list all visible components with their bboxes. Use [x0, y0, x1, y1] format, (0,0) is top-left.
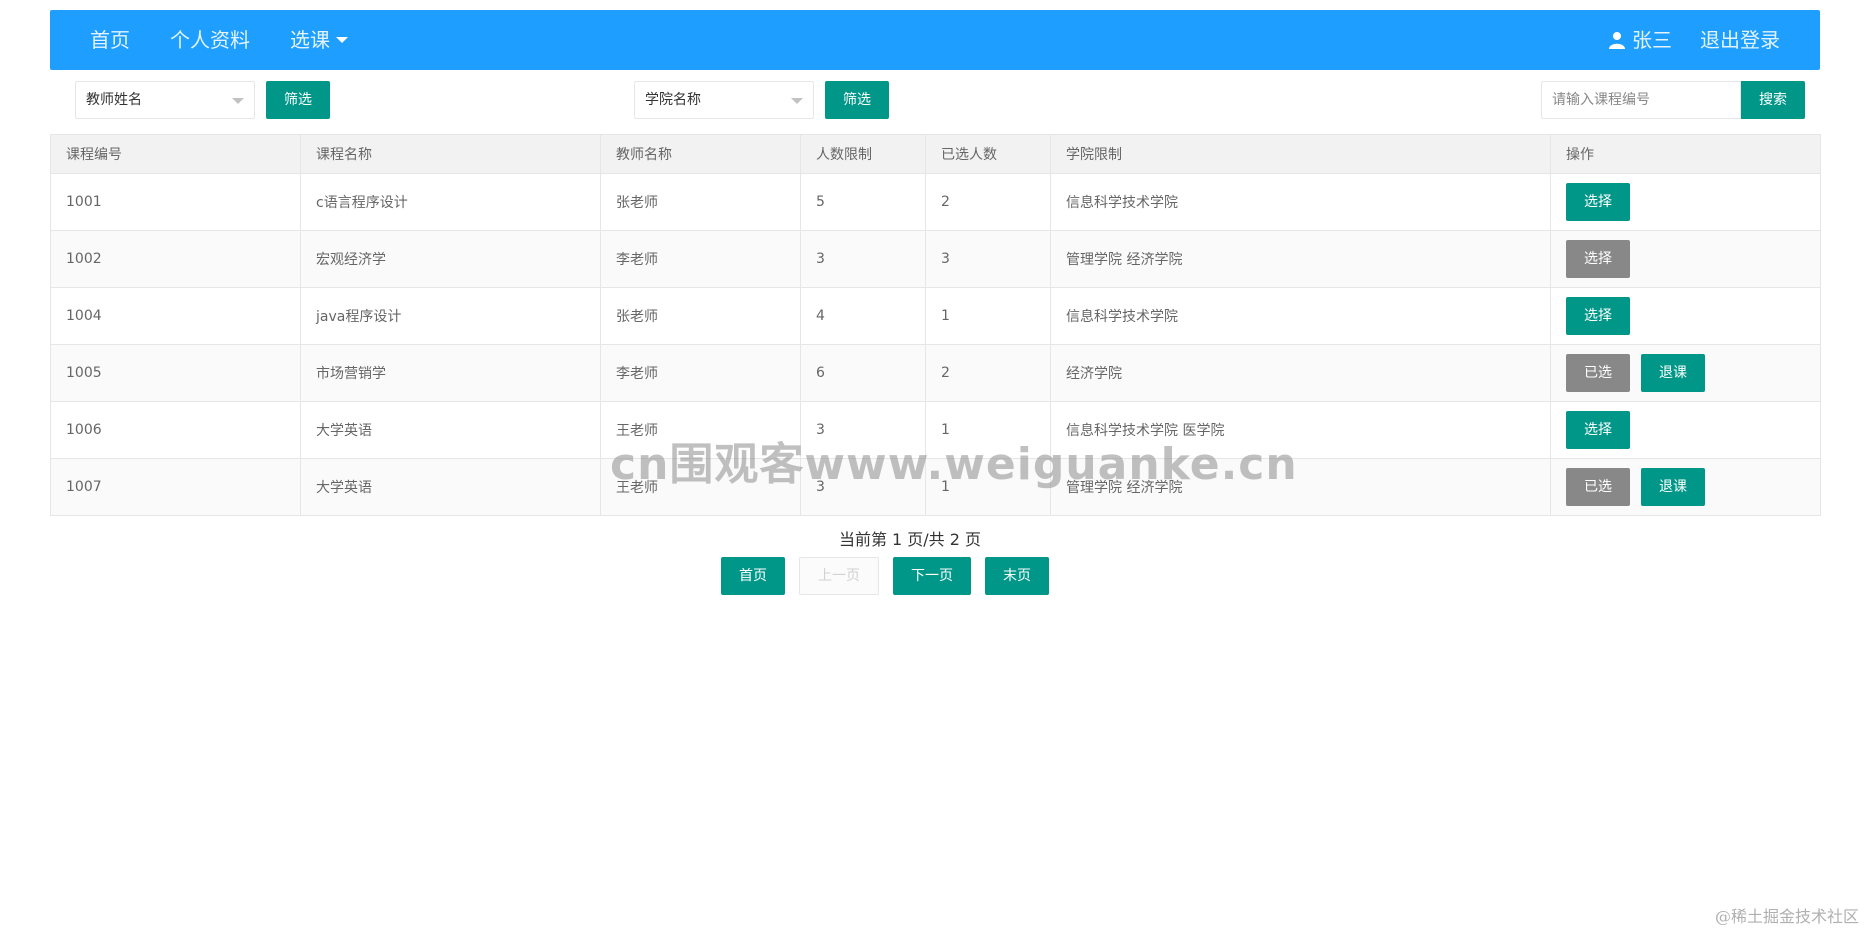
column-header-actions: 操作	[1550, 134, 1821, 174]
cell-course-id: 1005	[50, 344, 301, 402]
top-navbar: 首页 个人资料 选课 张三 退出登录	[50, 10, 1820, 70]
college-name-select-value: 学院名称	[645, 92, 701, 108]
cell-actions: 选择	[1550, 287, 1821, 345]
cell-limit: 6	[800, 344, 926, 402]
nav-profile[interactable]: 个人资料	[170, 10, 250, 70]
cell-course-name: c语言程序设计	[300, 173, 601, 231]
cell-actions: 已选 退课	[1550, 458, 1821, 516]
cell-limit: 4	[800, 287, 926, 345]
select-course-button[interactable]: 选择	[1566, 411, 1630, 449]
column-header-course-id: 课程编号	[50, 134, 301, 174]
teacher-name-select[interactable]: 教师姓名	[75, 81, 255, 119]
cell-selected: 1	[925, 287, 1051, 345]
cell-course-name: java程序设计	[300, 287, 601, 345]
cell-college: 经济学院	[1050, 344, 1551, 402]
watermark-corner: @稀土掘金技术社区	[1714, 907, 1859, 926]
teacher-filter-button[interactable]: 筛选	[266, 81, 330, 119]
nav-home[interactable]: 首页	[90, 10, 130, 70]
drop-course-button[interactable]: 退课	[1641, 354, 1705, 392]
cell-limit: 3	[800, 458, 926, 516]
cell-selected: 2	[925, 173, 1051, 231]
cell-limit: 3	[800, 401, 926, 459]
cell-course-id: 1006	[50, 401, 301, 459]
cell-teacher: 李老师	[600, 344, 801, 402]
cell-course-id: 1007	[50, 458, 301, 516]
select-course-button[interactable]: 选择	[1566, 240, 1630, 278]
cell-actions: 选择	[1550, 173, 1821, 231]
cell-course-id: 1002	[50, 230, 301, 288]
cell-selected: 1	[925, 401, 1051, 459]
table-row: 1006 大学英语 王老师 3 1 信息科学技术学院 医学院 选择	[50, 401, 1821, 459]
cell-teacher: 王老师	[600, 401, 801, 459]
nav-select-course[interactable]: 选课	[290, 10, 348, 70]
cell-limit: 3	[800, 230, 926, 288]
cell-course-name: 大学英语	[300, 458, 601, 516]
cell-teacher: 王老师	[600, 458, 801, 516]
column-header-limit: 人数限制	[800, 134, 926, 174]
chevron-down-icon	[791, 98, 803, 104]
table-row: 1007 大学英语 王老师 3 1 管理学院 经济学院 已选 退课	[50, 458, 1821, 516]
column-header-selected: 已选人数	[925, 134, 1051, 174]
cell-selected: 2	[925, 344, 1051, 402]
college-name-select[interactable]: 学院名称	[634, 81, 814, 119]
nav-user-name: 张三	[1632, 28, 1672, 52]
user-icon	[1609, 31, 1625, 49]
select-course-button[interactable]: 选择	[1566, 297, 1630, 335]
nav-user[interactable]: 张三	[1608, 10, 1672, 70]
cell-college: 管理学院 经济学院	[1050, 230, 1551, 288]
college-filter-button[interactable]: 筛选	[825, 81, 889, 119]
cell-course-name: 宏观经济学	[300, 230, 601, 288]
table-body: 1001 c语言程序设计 张老师 5 2 信息科学技术学院 选择 1002 宏观经济学 李老师 3 3…	[50, 173, 1821, 516]
cell-selected: 1	[925, 458, 1051, 516]
course-id-search-input[interactable]	[1541, 81, 1741, 119]
last-page-button[interactable]: 末页	[985, 557, 1049, 595]
cell-course-name: 大学英语	[300, 401, 601, 459]
cell-selected: 3	[925, 230, 1051, 288]
cell-college: 管理学院 经济学院	[1050, 458, 1551, 516]
cell-actions: 选择	[1550, 401, 1821, 459]
cell-course-name: 市场营销学	[300, 344, 601, 402]
cell-teacher: 张老师	[600, 173, 801, 231]
column-header-course-name: 课程名称	[300, 134, 601, 174]
cell-teacher: 张老师	[600, 287, 801, 345]
chosen-button[interactable]: 已选	[1566, 354, 1630, 392]
table-row: 1004 java程序设计 张老师 4 1 信息科学技术学院 选择	[50, 287, 1821, 345]
drop-course-button[interactable]: 退课	[1641, 468, 1705, 506]
table-row: 1002 宏观经济学 李老师 3 3 管理学院 经济学院 选择	[50, 230, 1821, 288]
table-header-row: 课程编号 课程名称 教师名称 人数限制 已选人数 学院限制 操作	[50, 134, 1821, 174]
cell-actions: 已选 退课	[1550, 344, 1821, 402]
column-header-college: 学院限制	[1050, 134, 1551, 174]
table-row: 1005 市场营销学 李老师 6 2 经济学院 已选 退课	[50, 344, 1821, 402]
nav-select-course-label: 选课	[290, 28, 330, 52]
column-header-teacher: 教师名称	[600, 134, 801, 174]
cell-teacher: 李老师	[600, 230, 801, 288]
chosen-button[interactable]: 已选	[1566, 468, 1630, 506]
nav-logout[interactable]: 退出登录	[1700, 10, 1780, 70]
caret-down-icon	[336, 36, 348, 43]
select-course-button[interactable]: 选择	[1566, 183, 1630, 221]
cell-college: 信息科学技术学院	[1050, 287, 1551, 345]
next-page-button[interactable]: 下一页	[893, 557, 971, 595]
cell-college: 信息科学技术学院	[1050, 173, 1551, 231]
course-table: 课程编号 课程名称 教师名称 人数限制 已选人数 学院限制 操作 1001 c语言…	[50, 134, 1821, 516]
cell-course-id: 1001	[50, 173, 301, 231]
cell-actions: 选择	[1550, 230, 1821, 288]
cell-college: 信息科学技术学院 医学院	[1050, 401, 1551, 459]
cell-course-id: 1004	[50, 287, 301, 345]
chevron-down-icon	[232, 98, 244, 104]
prev-page-button[interactable]: 上一页	[799, 557, 879, 595]
first-page-button[interactable]: 首页	[721, 557, 785, 595]
teacher-name-select-value: 教师姓名	[86, 92, 142, 108]
pagination-info: 当前第 1 页/共 2 页	[838, 530, 982, 549]
cell-limit: 5	[800, 173, 926, 231]
table-row: 1001 c语言程序设计 张老师 5 2 信息科学技术学院 选择	[50, 173, 1821, 231]
search-button[interactable]: 搜索	[1741, 81, 1805, 119]
